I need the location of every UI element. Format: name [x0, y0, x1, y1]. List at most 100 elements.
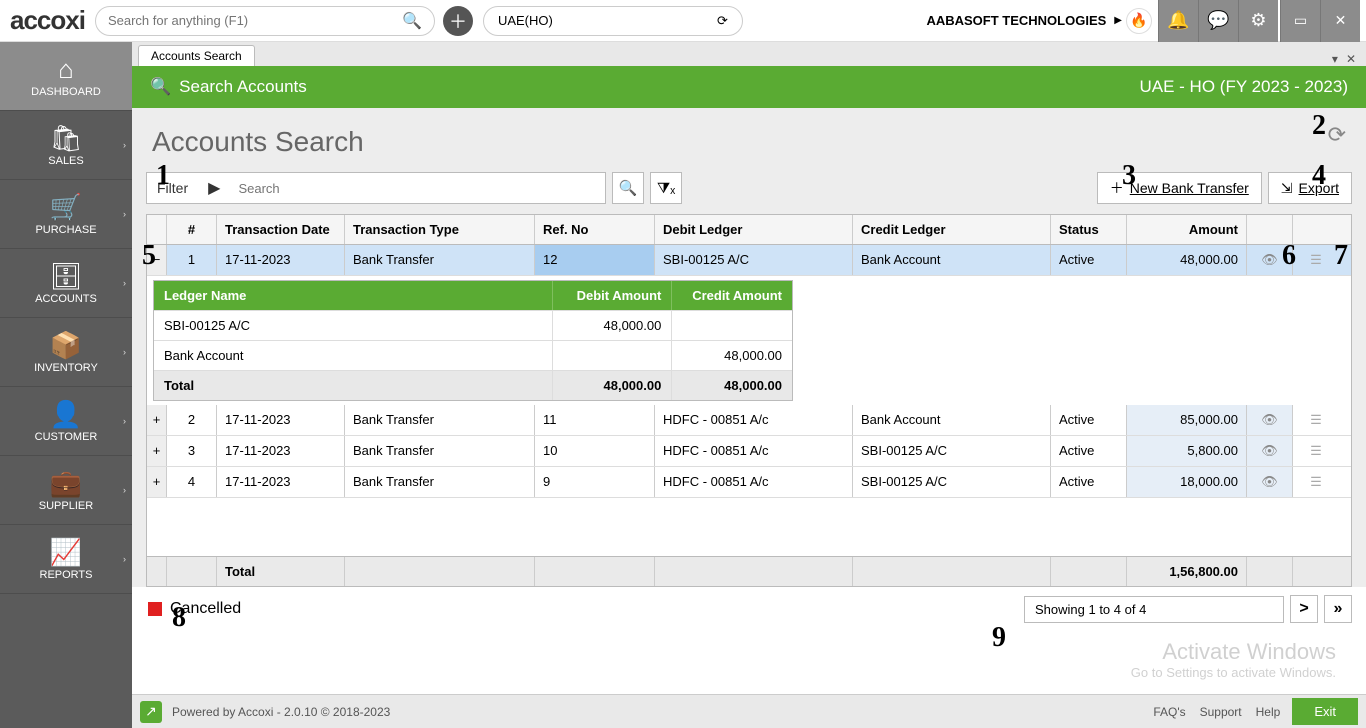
cell-amount: 48,000.00 — [1127, 245, 1247, 275]
nav-supplier[interactable]: 💼 SUPPLIER › — [0, 456, 132, 525]
close-button[interactable]: ✕ — [1320, 0, 1360, 42]
table-row[interactable]: − 1 17-11-2023 Bank Transfer 12 SBI-0012… — [147, 245, 1351, 276]
company-caret-icon[interactable]: ▶ — [1114, 15, 1122, 26]
nav-purchase[interactable]: 🛒 PURCHASE › — [0, 180, 132, 249]
box-icon: 📦 — [0, 332, 132, 358]
company-name[interactable]: AABASOFT TECHNOLOGIES — [926, 13, 1106, 28]
nav-sales[interactable]: 🛍 SALES › — [0, 111, 132, 180]
footer-support-link[interactable]: Support — [1200, 705, 1242, 719]
clear-filter-button[interactable]: ⧩ₓ — [650, 172, 682, 204]
pager-next-button[interactable]: > — [1290, 595, 1318, 623]
branch-selector[interactable]: UAE(HO) ⟳ — [483, 6, 743, 36]
toolbar: Filter ▶ 🔍 ⧩ₓ ＋ New Bank Transfer ⇲ Expo… — [146, 172, 1352, 204]
nested-total-row: Total 48,000.00 48,000.00 — [154, 370, 792, 400]
branch-label: UAE(HO) — [498, 13, 553, 28]
expand-icon[interactable]: + — [147, 436, 167, 466]
filter-clear-icon: ⧩ₓ — [657, 180, 675, 197]
chevron-right-icon: › — [123, 209, 126, 219]
col-credit[interactable]: Credit Ledger — [853, 215, 1051, 244]
briefcase-icon: 💼 — [0, 470, 132, 496]
col-status[interactable]: Status — [1051, 215, 1127, 244]
nav-customer[interactable]: 👤 CUSTOMER › — [0, 387, 132, 456]
chat-icon[interactable]: 💬 — [1198, 0, 1238, 42]
chevron-right-icon: › — [123, 140, 126, 150]
chevron-right-icon: › — [123, 347, 126, 357]
annotation-7: 7 — [1334, 240, 1348, 272]
filter-label: Filter — [147, 180, 198, 196]
more-icon[interactable]: ☰ — [1293, 405, 1339, 435]
tab-accounts-search[interactable]: Accounts Search — [138, 45, 255, 66]
refresh-icon[interactable]: ⟳ — [1328, 122, 1346, 148]
tab-dropdown-icon[interactable]: ▾ — [1332, 52, 1338, 66]
table-row[interactable]: + 4 17-11-2023 Bank Transfer 9 HDFC - 00… — [147, 467, 1351, 498]
cell-date: 17-11-2023 — [217, 245, 345, 275]
view-icon[interactable]: 👁 — [1247, 405, 1293, 435]
more-icon[interactable]: ☰ — [1293, 436, 1339, 466]
search-button[interactable]: 🔍 — [612, 172, 644, 204]
filter-search-input[interactable] — [230, 173, 605, 203]
nav-dashboard[interactable]: ⌂ DASHBOARD — [0, 42, 132, 111]
page-header: 🔍 Search Accounts UAE - HO (FY 2023 - 20… — [132, 66, 1366, 108]
sync-icon[interactable]: ⟳ — [717, 13, 728, 29]
nav-label: REPORTS — [40, 569, 93, 581]
col-ref[interactable]: Ref. No — [535, 215, 655, 244]
nested-row: SBI-00125 A/C 48,000.00 — [154, 310, 792, 340]
ledger-detail: Ledger Name Debit Amount Credit Amount S… — [153, 280, 793, 401]
footer-total-label: Total — [217, 557, 345, 586]
global-search[interactable]: 🔍 — [95, 6, 435, 36]
cell-debit: SBI-00125 A/C — [655, 245, 853, 275]
header-context: UAE - HO (FY 2023 - 2023) — [1140, 77, 1349, 97]
chevron-right-icon: › — [123, 416, 126, 426]
nav-accounts[interactable]: 🗄 ACCOUNTS › — [0, 249, 132, 318]
bell-icon[interactable]: 🔔 — [1158, 0, 1198, 42]
more-icon[interactable]: ☰ — [1293, 245, 1339, 275]
footer-faq-link[interactable]: FAQ's — [1153, 705, 1185, 719]
export-button[interactable]: ⇲ Export — [1268, 172, 1352, 204]
nav-label: SALES — [48, 155, 83, 167]
bag-icon: 🛍 — [0, 125, 132, 151]
cell-ref: 12 — [535, 245, 655, 275]
tab-close-icon[interactable]: ✕ — [1346, 52, 1356, 66]
pager-last-button[interactable]: » — [1324, 595, 1352, 623]
fire-icon[interactable]: 🔥 — [1126, 8, 1152, 34]
filter-box: Filter ▶ — [146, 172, 606, 204]
expand-icon[interactable]: + — [147, 467, 167, 497]
filter-play-icon[interactable]: ▶ — [198, 178, 230, 198]
search-icon: 🔍 — [619, 179, 638, 197]
cart-icon: 🛒 — [0, 194, 132, 220]
view-icon[interactable]: 👁 — [1247, 467, 1293, 497]
annotation-6: 6 — [1282, 240, 1296, 272]
nav-reports[interactable]: 📈 REPORTS › — [0, 525, 132, 594]
nav-inventory[interactable]: 📦 INVENTORY › — [0, 318, 132, 387]
chevron-right-icon: › — [123, 554, 126, 564]
cell-credit: Bank Account — [853, 245, 1051, 275]
nested-row: Bank Account 48,000.00 — [154, 340, 792, 370]
col-type[interactable]: Transaction Type — [345, 215, 535, 244]
gear-icon[interactable]: ⚙ — [1238, 0, 1278, 42]
nav-label: PURCHASE — [35, 224, 96, 236]
app-footer: ↗ Powered by Accoxi - 2.0.10 © 2018-2023… — [132, 694, 1366, 728]
home-icon: ⌂ — [0, 56, 132, 82]
more-icon[interactable]: ☰ — [1293, 467, 1339, 497]
col-amount[interactable]: Amount — [1127, 215, 1247, 244]
col-index[interactable]: # — [167, 215, 217, 244]
annotation-5: 5 — [142, 240, 156, 272]
annotation-4: 4 — [1312, 160, 1326, 192]
grid-footer: Total 1,56,800.00 — [147, 556, 1351, 586]
global-search-input[interactable] — [108, 13, 402, 28]
search-icon[interactable]: 🔍 — [402, 11, 422, 31]
chevron-right-icon: › — [123, 485, 126, 495]
button-label: New Bank Transfer — [1130, 180, 1249, 196]
minimize-button[interactable]: ▭ — [1280, 0, 1320, 42]
add-button[interactable]: ＋ — [443, 6, 473, 36]
top-bar: accoxi 🔍 ＋ UAE(HO) ⟳ AABASOFT TECHNOLOGI… — [0, 0, 1366, 42]
annotation-3: 3 — [1122, 160, 1136, 192]
exit-button[interactable]: Exit — [1292, 698, 1358, 725]
footer-help-link[interactable]: Help — [1256, 705, 1281, 719]
col-debit[interactable]: Debit Ledger — [655, 215, 853, 244]
view-icon[interactable]: 👁 — [1247, 436, 1293, 466]
expand-icon[interactable]: + — [147, 405, 167, 435]
col-date[interactable]: Transaction Date — [217, 215, 345, 244]
table-row[interactable]: + 2 17-11-2023 Bank Transfer 11 HDFC - 0… — [147, 405, 1351, 436]
table-row[interactable]: + 3 17-11-2023 Bank Transfer 10 HDFC - 0… — [147, 436, 1351, 467]
